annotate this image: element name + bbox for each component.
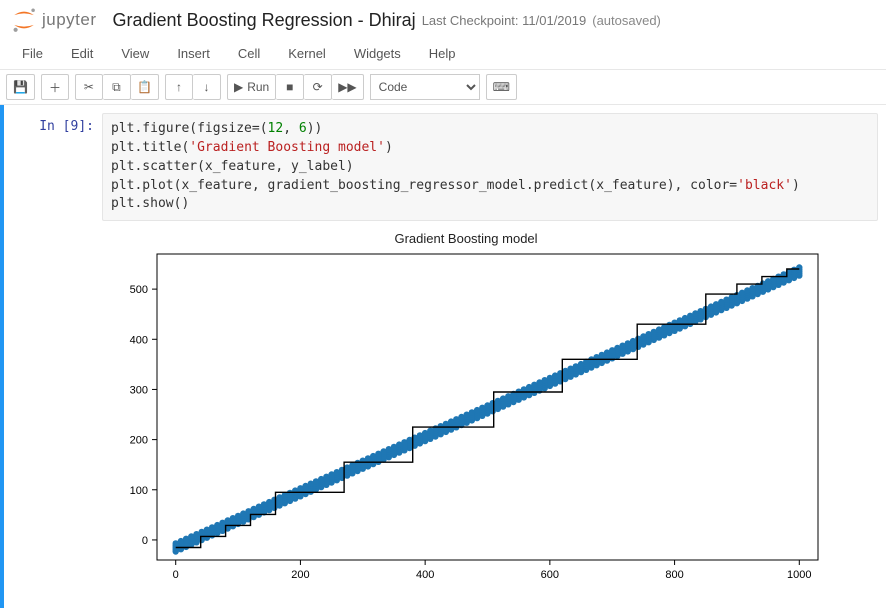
chart-plot: 0 200 400 600 800 1000 0 100 200 300 400 500 <box>102 248 830 588</box>
copy-button[interactable]: ⧉ <box>103 74 131 100</box>
add-cell-button[interactable]: ＋ <box>41 74 69 100</box>
paste-icon: 📋 <box>137 80 152 94</box>
run-label: Run <box>247 80 269 94</box>
restart-icon: ⟳ <box>313 80 323 94</box>
menu-file[interactable]: File <box>8 38 57 69</box>
run-all-button[interactable]: ▶▶ <box>332 74 363 100</box>
keyboard-icon: ⌨ <box>493 80 510 94</box>
notebook-area: In [9]: plt.figure(figsize=(12, 6)) plt.… <box>0 105 886 608</box>
notebook-header: jupyter Gradient Boosting Regression - D… <box>0 0 886 38</box>
svg-text:200: 200 <box>291 569 309 581</box>
code-input[interactable]: plt.figure(figsize=(12, 6)) plt.title('G… <box>102 113 878 221</box>
plus-icon: ＋ <box>49 79 61 96</box>
jupyter-logo[interactable]: jupyter <box>10 6 97 34</box>
cell-output: Gradient Boosting model 0 200 400 600 800 100… <box>4 221 886 588</box>
logo-text: jupyter <box>42 10 97 30</box>
toolbar: 💾 ＋ ✂ ⧉ 📋 ↑ ↓ ▶ Run ■ ⟳ <box>0 70 886 105</box>
celltype-select[interactable]: Code <box>370 74 480 100</box>
stop-icon: ■ <box>286 80 293 94</box>
move-down-button[interactable]: ↓ <box>193 74 221 100</box>
menu-cell[interactable]: Cell <box>224 38 274 69</box>
run-button[interactable]: ▶ Run <box>227 74 276 100</box>
svg-text:0: 0 <box>173 569 179 581</box>
restart-button[interactable]: ⟳ <box>304 74 332 100</box>
menu-widgets[interactable]: Widgets <box>340 38 415 69</box>
svg-text:400: 400 <box>130 334 148 346</box>
copy-icon: ⧉ <box>112 80 121 95</box>
svg-text:1000: 1000 <box>787 569 811 581</box>
code-cell[interactable]: In [9]: plt.figure(figsize=(12, 6)) plt.… <box>4 113 886 221</box>
svg-text:500: 500 <box>130 284 148 296</box>
scatter-series <box>173 265 803 555</box>
scissors-icon: ✂ <box>84 80 94 94</box>
arrow-down-icon: ↓ <box>203 80 209 94</box>
input-prompt: In [9]: <box>12 113 102 221</box>
menu-view[interactable]: View <box>107 38 163 69</box>
svg-text:800: 800 <box>665 569 683 581</box>
cut-button[interactable]: ✂ <box>75 74 103 100</box>
notebook-title[interactable]: Gradient Boosting Regression - Dhiraj <box>113 10 416 31</box>
fast-forward-icon: ▶▶ <box>338 80 356 94</box>
paste-button[interactable]: 📋 <box>131 74 159 100</box>
checkpoint-label: Last Checkpoint: 11/01/2019 <box>422 13 587 28</box>
svg-text:200: 200 <box>130 435 148 447</box>
interrupt-button[interactable]: ■ <box>276 74 304 100</box>
svg-text:100: 100 <box>130 485 148 497</box>
command-palette-button[interactable]: ⌨ <box>486 74 517 100</box>
menu-insert[interactable]: Insert <box>163 38 224 69</box>
menu-edit[interactable]: Edit <box>57 38 107 69</box>
play-icon: ▶ <box>234 80 243 94</box>
svg-text:400: 400 <box>416 569 434 581</box>
jupyter-icon <box>10 6 38 34</box>
menu-help[interactable]: Help <box>415 38 470 69</box>
save-icon: 💾 <box>13 80 28 94</box>
menubar: File Edit View Insert Cell Kernel Widget… <box>0 38 886 70</box>
svg-text:600: 600 <box>541 569 559 581</box>
menu-kernel[interactable]: Kernel <box>274 38 340 69</box>
chart-title: Gradient Boosting model <box>102 231 830 246</box>
arrow-up-icon: ↑ <box>176 80 182 94</box>
move-up-button[interactable]: ↑ <box>165 74 193 100</box>
save-button[interactable]: 💾 <box>6 74 35 100</box>
autosaved-label: (autosaved) <box>592 13 661 28</box>
svg-text:300: 300 <box>130 385 148 397</box>
svg-text:0: 0 <box>142 535 148 547</box>
